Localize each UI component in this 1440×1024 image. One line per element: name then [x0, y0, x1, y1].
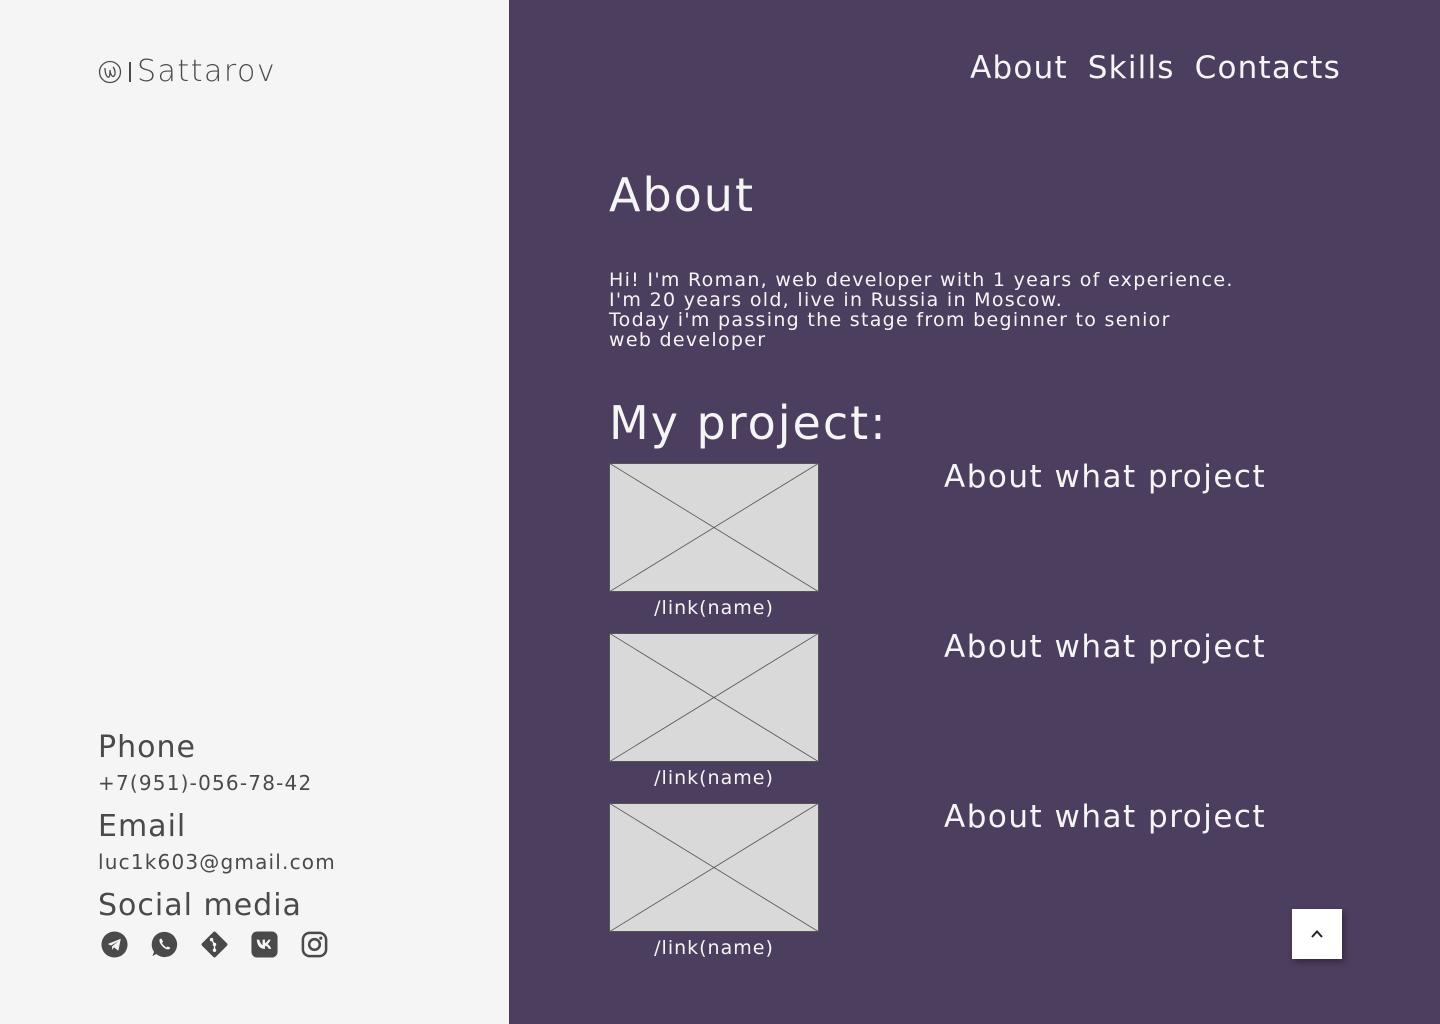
about-title: About: [609, 168, 756, 222]
git-icon[interactable]: [200, 930, 229, 959]
projects-title: My project:: [609, 396, 888, 450]
phone-value[interactable]: +7(951)-056-78-42: [98, 771, 312, 795]
placeholder-image-icon: [609, 463, 819, 592]
phone-block: Phone +7(951)-056-78-42: [98, 730, 312, 796]
project-thumbnail[interactable]: [609, 463, 819, 592]
project-thumbnail[interactable]: [609, 633, 819, 762]
social-block: Social media: [98, 891, 302, 921]
about-line: Today i'm passing the stage from beginne…: [609, 309, 1171, 331]
main-content: About Skills Contacts About Hi! I'm Roma…: [509, 0, 1440, 1024]
project-description: About what project: [944, 629, 1267, 665]
email-block: Email luc1k603@gmail.com: [98, 809, 336, 875]
email-heading: Email: [98, 809, 187, 844]
placeholder-image-icon: [609, 633, 819, 762]
email-value[interactable]: luc1k603@gmail.com: [98, 850, 336, 874]
logo[interactable]: Sattarov: [98, 54, 276, 89]
project-link[interactable]: /link(name): [609, 597, 819, 619]
about-line: web developer: [609, 329, 767, 351]
phone-heading: Phone: [98, 730, 196, 765]
brand-name: Sattarov: [137, 54, 277, 89]
logo-divider: [129, 61, 131, 82]
nav-about[interactable]: About: [970, 50, 1068, 86]
project-link[interactable]: /link(name): [609, 937, 819, 959]
vk-icon[interactable]: [250, 930, 279, 959]
project-card: /link(name) About what project: [609, 799, 1309, 963]
instagram-icon[interactable]: [300, 930, 329, 959]
placeholder-image-icon: [609, 803, 819, 932]
chevron-up-icon: [1311, 930, 1323, 938]
project-description: About what project: [944, 459, 1267, 495]
social-links: [100, 930, 329, 959]
about-text: Hi! I'm Roman, web developer with 1 year…: [609, 270, 1289, 350]
scroll-to-top-button[interactable]: [1292, 909, 1342, 959]
top-navigation: About Skills Contacts: [970, 50, 1341, 86]
project-card: /link(name) About what project: [609, 629, 1309, 793]
logo-mark-icon: [98, 60, 122, 83]
sidebar: Sattarov Phone +7(951)-056-78-42 Email l…: [0, 0, 509, 1024]
about-line: Hi! I'm Roman, web developer with 1 year…: [609, 269, 1234, 291]
social-heading: Social media: [98, 888, 302, 923]
nav-contacts[interactable]: Contacts: [1195, 50, 1341, 86]
whatsapp-icon[interactable]: [150, 930, 179, 959]
project-card: /link(name) About what project: [609, 459, 1309, 623]
project-thumbnail[interactable]: [609, 803, 819, 932]
nav-skills[interactable]: Skills: [1088, 50, 1175, 86]
project-description: About what project: [944, 799, 1267, 835]
about-line: I'm 20 years old, live in Russia in Mosc…: [609, 289, 1064, 311]
telegram-icon[interactable]: [100, 930, 129, 959]
project-link[interactable]: /link(name): [609, 767, 819, 789]
